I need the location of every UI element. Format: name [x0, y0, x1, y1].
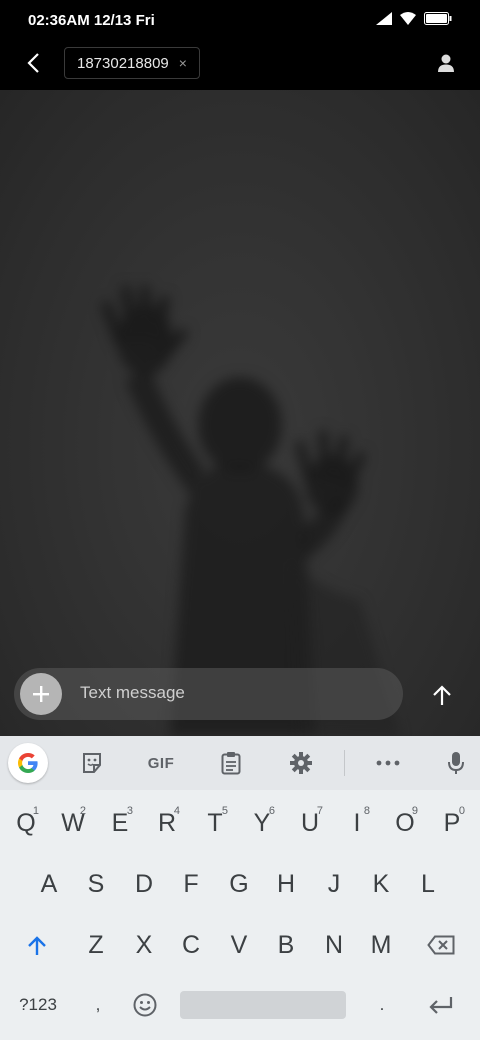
- voice-input-button[interactable]: [436, 744, 476, 782]
- enter-key[interactable]: [418, 979, 464, 1031]
- key-u[interactable]: U7: [287, 797, 333, 849]
- back-button[interactable]: [18, 48, 48, 78]
- comma-key[interactable]: ,: [75, 979, 121, 1031]
- status-icons: [376, 12, 452, 30]
- key-a[interactable]: A: [26, 858, 72, 910]
- symbols-key[interactable]: ?123: [10, 979, 66, 1031]
- status-time: 02:36AM 12/13 Fri: [28, 12, 155, 29]
- period-key[interactable]: .: [359, 979, 405, 1031]
- key-h[interactable]: H: [263, 858, 309, 910]
- key-i[interactable]: I8: [334, 797, 380, 849]
- cellular-signal-icon: [376, 12, 392, 30]
- gif-button[interactable]: GIF: [138, 744, 184, 782]
- status-bar: 02:36AM 12/13 Fri: [0, 0, 480, 42]
- microphone-icon: [448, 752, 464, 774]
- key-q[interactable]: Q1: [3, 797, 49, 849]
- key-m[interactable]: M: [358, 919, 404, 971]
- key-z[interactable]: Z: [73, 919, 119, 971]
- gif-label: GIF: [147, 754, 175, 772]
- key-p[interactable]: P0: [429, 797, 475, 849]
- remove-recipient-icon[interactable]: ×: [179, 56, 187, 70]
- shift-key[interactable]: [14, 919, 60, 971]
- backspace-icon: [427, 935, 455, 955]
- key-e[interactable]: E3: [97, 797, 143, 849]
- google-g-icon: [18, 753, 38, 773]
- key-k[interactable]: K: [358, 858, 404, 910]
- toolbar-divider: [344, 750, 345, 776]
- attach-button[interactable]: [20, 673, 62, 715]
- sticker-icon: [83, 753, 101, 773]
- conversation-header: 18730218809 ×: [0, 42, 480, 90]
- recipient-chip[interactable]: 18730218809 ×: [64, 47, 200, 79]
- key-j[interactable]: J: [311, 858, 357, 910]
- gear-icon: [290, 752, 312, 774]
- key-f[interactable]: F: [168, 858, 214, 910]
- key-l[interactable]: L: [405, 858, 451, 910]
- emoji-key[interactable]: [122, 979, 168, 1031]
- more-horizontal-icon: [376, 760, 400, 766]
- arrow-up-icon: [433, 685, 451, 705]
- key-w[interactable]: W2: [50, 797, 96, 849]
- wallpaper-image: [101, 285, 400, 736]
- more-options-button[interactable]: [368, 744, 408, 782]
- enter-icon: [429, 997, 453, 1014]
- keyboard: GIF Q1 W2 E3 R4 T5 Y6 U7 I8 O9 P0 A S D …: [0, 736, 480, 1040]
- key-x[interactable]: X: [121, 919, 167, 971]
- recipient-number: 18730218809: [77, 54, 169, 72]
- battery-icon: [424, 12, 452, 30]
- key-y[interactable]: Y6: [239, 797, 285, 849]
- key-n[interactable]: N: [311, 919, 357, 971]
- space-key[interactable]: [180, 991, 346, 1019]
- contact-button[interactable]: [434, 51, 458, 75]
- emoji-icon: [133, 993, 157, 1017]
- wifi-icon: [400, 12, 416, 30]
- key-c[interactable]: C: [168, 919, 214, 971]
- key-o[interactable]: O9: [382, 797, 428, 849]
- google-search-button[interactable]: [8, 743, 48, 783]
- key-b[interactable]: B: [263, 919, 309, 971]
- key-r[interactable]: R4: [144, 797, 190, 849]
- message-input[interactable]: Text message: [80, 683, 185, 703]
- send-button[interactable]: [425, 678, 459, 712]
- chevron-left-icon: [27, 53, 39, 73]
- key-d[interactable]: D: [121, 858, 167, 910]
- clipboard-button[interactable]: [211, 744, 251, 782]
- plus-icon: [33, 686, 49, 702]
- conversation-area: [0, 90, 480, 736]
- compose-bar: Text message: [14, 668, 403, 720]
- key-t[interactable]: T5: [192, 797, 238, 849]
- clipboard-icon: [221, 752, 241, 775]
- keyboard-toolbar: GIF: [0, 736, 480, 790]
- key-s[interactable]: S: [73, 858, 119, 910]
- key-v[interactable]: V: [216, 919, 262, 971]
- key-g[interactable]: G: [216, 858, 262, 910]
- shift-arrow-icon: [28, 936, 46, 955]
- backspace-key[interactable]: [418, 919, 464, 971]
- sticker-button[interactable]: [72, 744, 112, 782]
- person-icon: [438, 54, 454, 72]
- settings-button[interactable]: [281, 744, 321, 782]
